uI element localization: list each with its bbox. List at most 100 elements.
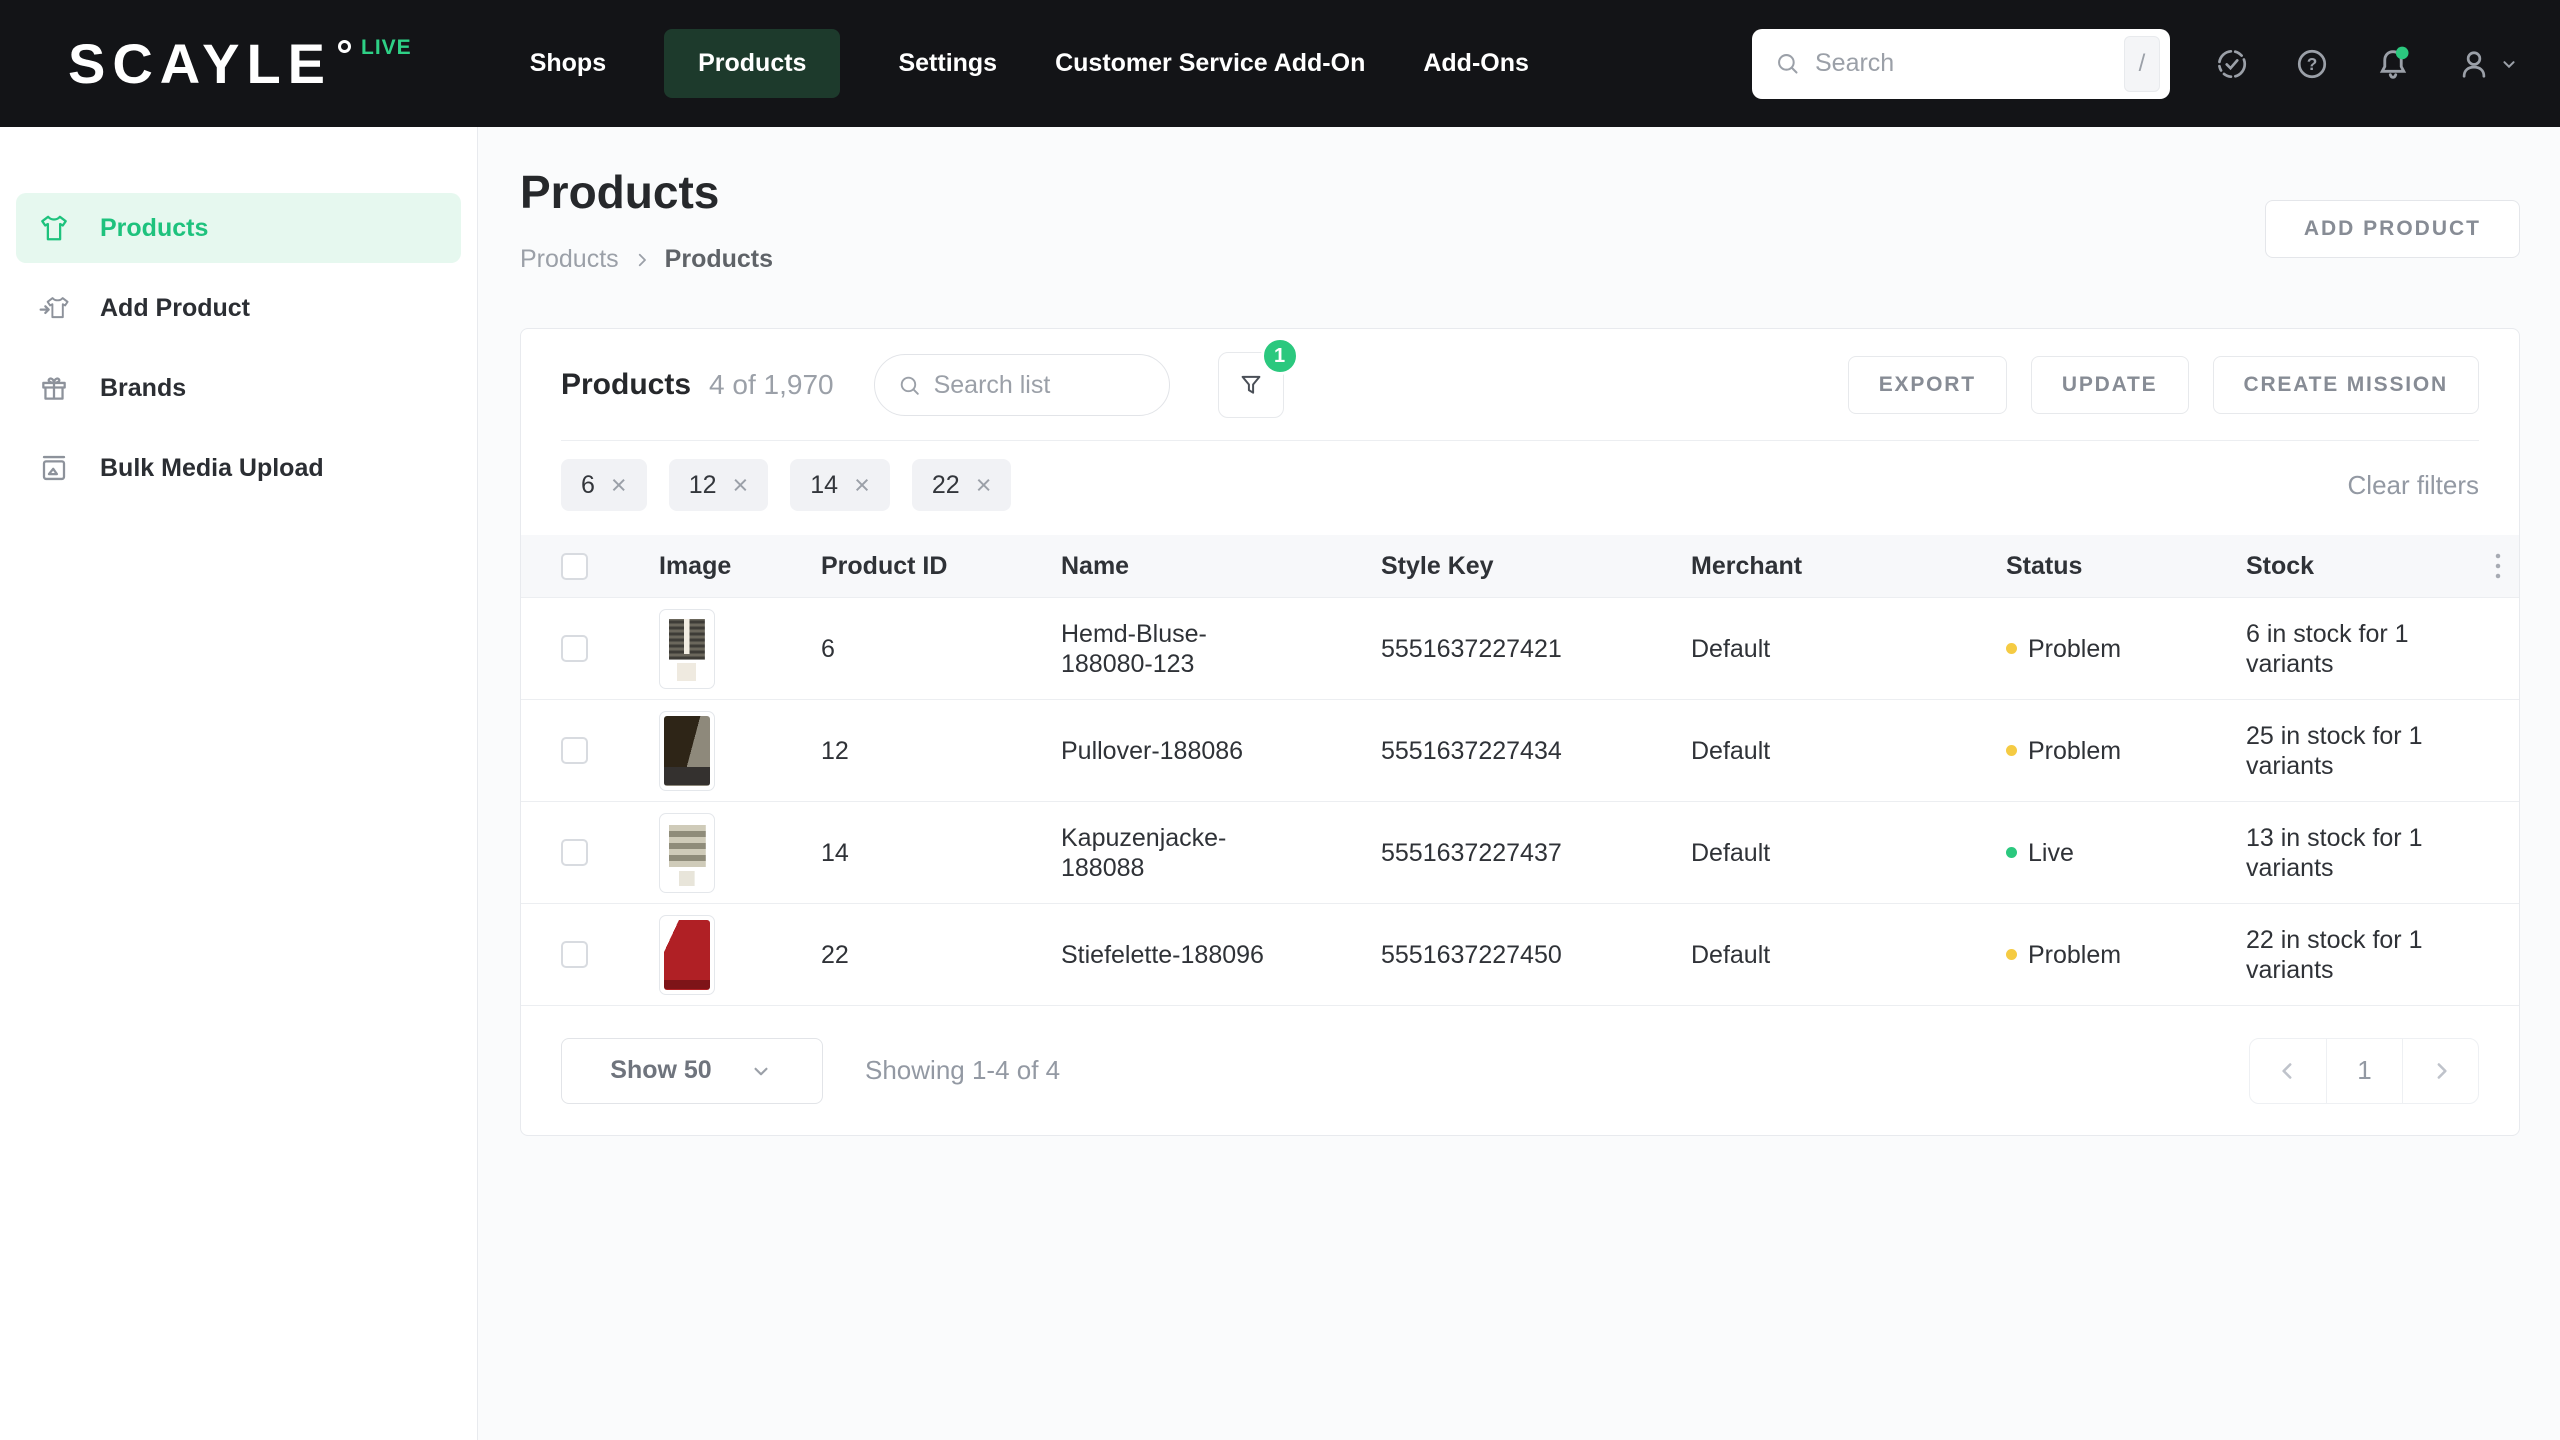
sidebar-item-add-product[interactable]: Add Product [16, 273, 461, 343]
cell-merchant: Default [1691, 736, 2006, 766]
remove-filter-icon[interactable]: × [854, 472, 870, 499]
page-size-select[interactable]: Show 50 [561, 1038, 823, 1104]
nav-settings[interactable]: Settings [898, 29, 997, 98]
sidebar-item-label: Add Product [100, 294, 250, 323]
table-row[interactable]: 12 Pullover-188086 5551637227434 Default… [521, 699, 2519, 801]
help-button[interactable]: ? [2294, 46, 2330, 82]
list-search[interactable] [874, 354, 1170, 416]
nav-shops[interactable]: Shops [530, 29, 606, 98]
filter-chip: 22 × [912, 459, 1012, 511]
row-checkbox[interactable] [561, 839, 588, 866]
filter-button[interactable]: 1 [1218, 352, 1284, 418]
sidebar-item-label: Products [100, 214, 208, 243]
cell-product-id: 6 [821, 634, 1061, 664]
notifications-bell-icon [2374, 45, 2412, 83]
cell-stock: 22 in stock for 1 variants [2246, 925, 2461, 985]
row-checkbox[interactable] [561, 941, 588, 968]
chevron-down-icon [2498, 53, 2520, 75]
column-settings-button[interactable] [2476, 551, 2519, 581]
export-button[interactable]: EXPORT [1848, 356, 2007, 414]
cell-style-key: 5551637227450 [1381, 940, 1691, 970]
account-menu-button[interactable] [2456, 46, 2520, 82]
nav-customer-service-add-on[interactable]: Customer Service Add-On [1055, 29, 1365, 98]
cell-status: Problem [2006, 940, 2246, 970]
sidebar-item-products[interactable]: Products [16, 193, 461, 263]
row-checkbox[interactable] [561, 635, 588, 662]
column-header-stock: Stock [2246, 552, 2476, 581]
sidebar-item-label: Brands [100, 374, 186, 403]
nav-products[interactable]: Products [664, 29, 840, 98]
pagination: 1 [2249, 1038, 2479, 1104]
remove-filter-icon[interactable]: × [976, 472, 992, 499]
brand-logo[interactable]: SCAYLE LIVE [68, 32, 412, 96]
kebab-menu-icon [2494, 551, 2502, 581]
filter-funnel-icon [1237, 371, 1265, 399]
status-label: Problem [2028, 940, 2121, 970]
cell-style-key: 5551637227434 [1381, 736, 1691, 766]
status-dot [2006, 643, 2017, 654]
breadcrumb-parent[interactable]: Products [520, 245, 619, 274]
account-icon [2456, 46, 2492, 82]
svg-text:?: ? [2307, 54, 2318, 74]
remove-filter-icon[interactable]: × [733, 472, 749, 499]
list-actions: EXPORT UPDATE CREATE MISSION [1848, 356, 2479, 414]
filter-chip-value: 6 [581, 471, 595, 500]
list-title: Products [561, 368, 691, 402]
cell-status: Problem [2006, 736, 2246, 766]
next-page-button[interactable] [2402, 1039, 2478, 1103]
column-header-image: Image [651, 552, 821, 581]
cell-name: Hemd-Bluse-188080-123 [1061, 619, 1276, 679]
cell-merchant: Default [1691, 940, 2006, 970]
previous-page-button[interactable] [2250, 1039, 2326, 1103]
filter-chip: 6 × [561, 459, 647, 511]
breadcrumb: Products Products [520, 245, 2520, 274]
status-dot [2006, 847, 2017, 858]
product-thumbnail [659, 813, 715, 893]
cell-stock: 6 in stock for 1 variants [2246, 619, 2461, 679]
product-thumbnail [659, 915, 715, 995]
top-navigation: Shops Products Settings Customer Service… [530, 29, 1529, 98]
column-header-product-id: Product ID [821, 552, 1061, 581]
row-checkbox[interactable] [561, 737, 588, 764]
cell-name: Stiefelette-188096 [1061, 940, 1276, 970]
create-mission-button[interactable]: CREATE MISSION [2213, 356, 2480, 414]
notifications-button[interactable] [2374, 45, 2412, 83]
global-search-input[interactable] [1815, 49, 2124, 78]
sidebar-item-bulk-media-upload[interactable]: Bulk Media Upload [16, 433, 461, 503]
chevron-right-icon [2428, 1058, 2454, 1084]
search-shortcut-key: / [2124, 36, 2160, 92]
tshirt-add-icon [38, 292, 70, 324]
column-header-style-key: Style Key [1381, 552, 1691, 581]
sidebar: Products Add Product Brands Bulk Media U… [0, 127, 478, 1440]
update-button[interactable]: UPDATE [2031, 356, 2189, 414]
cell-product-id: 14 [821, 838, 1061, 868]
cell-product-id: 22 [821, 940, 1061, 970]
search-icon [1774, 50, 1801, 77]
filter-chip: 12 × [669, 459, 769, 511]
global-search[interactable]: / [1752, 29, 2170, 99]
main-content: Products Products Products ADD PRODUCT P… [478, 127, 2560, 1440]
task-status-button[interactable] [2214, 46, 2250, 82]
select-all-checkbox[interactable] [561, 553, 588, 580]
table-row[interactable]: 14 Kapuzenjacke-188088 5551637227437 Def… [521, 801, 2519, 903]
table-row[interactable]: 22 Stiefelette-188096 5551637227450 Defa… [521, 903, 2519, 1005]
sidebar-item-label: Bulk Media Upload [100, 454, 324, 483]
filter-chip-value: 22 [932, 471, 960, 500]
nav-add-ons[interactable]: Add-Ons [1423, 29, 1529, 98]
cell-style-key: 5551637227437 [1381, 838, 1691, 868]
page-number-button[interactable]: 1 [2326, 1039, 2402, 1103]
list-header: Products 4 of 1,970 1 EXPORT UPDATE CREA… [521, 329, 2519, 441]
sidebar-item-brands[interactable]: Brands [16, 353, 461, 423]
active-filters-row: 6 × 12 × 14 × 22 × Clear filters [521, 441, 2519, 535]
page-size-label: Show 50 [610, 1056, 711, 1085]
table-row[interactable]: 6 Hemd-Bluse-188080-123 5551637227421 De… [521, 597, 2519, 699]
cell-name: Pullover-188086 [1061, 736, 1276, 766]
cell-style-key: 5551637227421 [1381, 634, 1691, 664]
clear-filters-button[interactable]: Clear filters [2348, 470, 2479, 501]
page-title: Products [520, 165, 2520, 219]
column-header-name: Name [1061, 552, 1381, 581]
list-search-input[interactable] [934, 371, 1147, 400]
add-product-button[interactable]: ADD PRODUCT [2265, 200, 2520, 258]
status-dot [2006, 745, 2017, 756]
remove-filter-icon[interactable]: × [611, 472, 627, 499]
